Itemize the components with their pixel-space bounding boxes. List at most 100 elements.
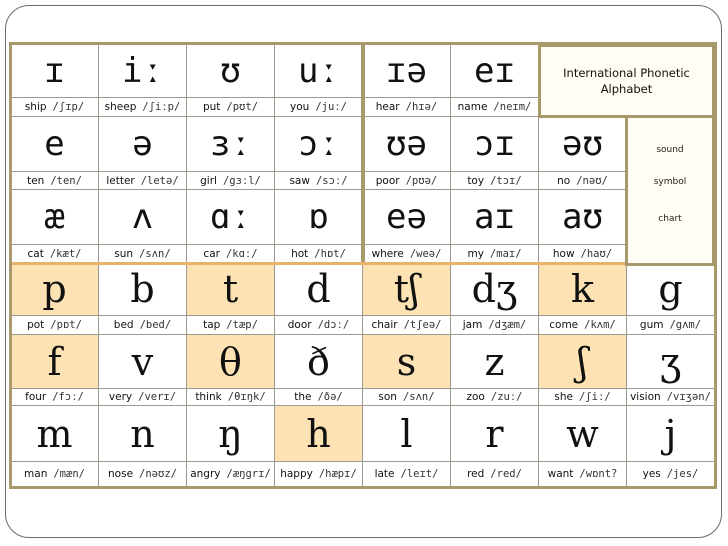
vowel-symbol[interactable]: e	[11, 117, 99, 172]
consonant-symbol[interactable]: j	[627, 406, 715, 462]
example-word-label: chair/tʃeə/	[363, 316, 451, 335]
ipa-transcription: /tʃeə/	[403, 319, 442, 331]
ipa-transcription: /dʒæm/	[488, 319, 527, 331]
vowel-symbol[interactable]: ɪə	[363, 44, 451, 98]
consonant-symbol[interactable]: w	[539, 406, 627, 462]
side-label-chart: chart	[658, 214, 682, 224]
consonant-symbol[interactable]: g	[627, 263, 715, 316]
example-word-label: son/sʌn/	[363, 389, 451, 406]
side-label-symbol: symbol	[653, 177, 687, 187]
consonant-symbol[interactable]: r	[451, 406, 539, 462]
ipa-transcription: /pʊt/	[226, 101, 259, 113]
consonant-symbol[interactable]: l	[363, 406, 451, 462]
side-label-sound: sound	[656, 145, 684, 155]
consonant-symbol[interactable]: v	[99, 335, 187, 389]
consonant-symbol[interactable]: f	[11, 335, 99, 389]
example-word-label: nose/nəʊz/	[99, 462, 187, 487]
vowel-symbol[interactable]: iː	[99, 44, 187, 98]
example-word: how	[552, 247, 575, 260]
consonant-symbol[interactable]: n	[99, 406, 187, 462]
example-word-label: you/juː/	[275, 98, 363, 117]
example-word: no	[557, 174, 571, 187]
consonant-symbol[interactable]: dʒ	[451, 263, 539, 316]
consonant-symbol[interactable]: p	[11, 263, 99, 316]
vowel-symbol[interactable]: ə	[99, 117, 187, 172]
vowel-symbol[interactable]: eɪ	[451, 44, 539, 98]
ipa-transcription: /ʃɪp/	[52, 101, 85, 113]
consonant-symbol[interactable]: h	[275, 406, 363, 462]
example-word: name	[457, 101, 488, 113]
example-word: pot	[27, 319, 45, 331]
example-word: she	[554, 391, 573, 403]
example-word: four	[25, 391, 47, 403]
example-word: jam	[462, 319, 483, 331]
consonant-symbol[interactable]: b	[99, 263, 187, 316]
consonant-symbol[interactable]: ŋ	[187, 406, 275, 462]
example-word: angry	[190, 468, 221, 480]
vowel-symbol[interactable]: ɑː	[187, 190, 275, 245]
example-word: tap	[203, 319, 221, 331]
consonant-symbol[interactable]: θ	[187, 335, 275, 389]
vowel-symbol[interactable]: aɪ	[451, 190, 539, 245]
consonant-symbol[interactable]: z	[451, 335, 539, 389]
vowel-symbol[interactable]: ɜː	[187, 117, 275, 172]
ipa-transcription: /kʌm/	[584, 319, 616, 331]
example-word-label: sun/sʌn/	[99, 245, 187, 263]
vowel-symbol[interactable]: ɪ	[11, 44, 99, 98]
example-word: zoo	[466, 391, 485, 403]
example-word: come	[549, 319, 579, 331]
vowel-symbol[interactable]: ɔː	[275, 117, 363, 172]
vowel-symbol[interactable]: ɒ	[275, 190, 363, 245]
example-word: man	[24, 468, 48, 480]
example-word: chair	[371, 319, 398, 331]
consonant-symbol[interactable]: ð	[275, 335, 363, 389]
ipa-transcription: /pʊə/	[405, 174, 438, 187]
ipa-transcription: /nəʊ/	[576, 174, 608, 187]
example-word-label: poor/pʊə/	[363, 172, 451, 190]
ipa-transcription: /nəʊz/	[139, 468, 177, 480]
consonant-symbol[interactable]: s	[363, 335, 451, 389]
consonant-symbol[interactable]: k	[539, 263, 627, 316]
ipa-transcription: /juː/	[315, 101, 347, 113]
vowel-symbol[interactable]: aʊ	[539, 190, 627, 245]
example-word-label: ten/ten/	[11, 172, 99, 190]
consonant-symbol[interactable]: ʒ	[627, 335, 715, 389]
example-word: bed	[113, 319, 134, 331]
vowel-symbol[interactable]: əʊ	[539, 117, 627, 172]
example-word: you	[290, 101, 310, 113]
vowel-symbol[interactable]: ʊə	[363, 117, 451, 172]
ipa-transcription: /weə/	[409, 247, 442, 260]
consonant-symbol[interactable]: d	[275, 263, 363, 316]
ipa-transcription: /ðə/	[317, 391, 343, 403]
example-word-label: zoo/zuː/	[451, 389, 539, 406]
vowel-symbol[interactable]: eə	[363, 190, 451, 245]
consonant-symbol[interactable]: ʃ	[539, 335, 627, 389]
vowel-symbol[interactable]: ʊ	[187, 44, 275, 98]
consonant-symbol[interactable]: t	[187, 263, 275, 316]
example-word-label: cat/kæt/	[11, 245, 99, 263]
vowel-symbol[interactable]: æ	[11, 190, 99, 245]
example-word: want	[547, 468, 574, 480]
example-word-label: hear/hɪə/	[363, 98, 451, 117]
example-word: poor	[375, 174, 400, 187]
example-word-label: my/maɪ/	[451, 245, 539, 263]
example-word-label: angry/æŋgrɪ/	[187, 462, 275, 487]
example-word-label: gum/gʌm/	[627, 316, 715, 335]
example-word-label: girl/gɜːl/	[187, 172, 275, 190]
consonant-symbol[interactable]: tʃ	[363, 263, 451, 316]
ipa-transcription: /jes/	[666, 468, 699, 480]
vowel-symbol[interactable]: uː	[275, 44, 363, 98]
vowel-symbol[interactable]: ɔɪ	[451, 117, 539, 172]
vowel-symbol[interactable]: ʌ	[99, 190, 187, 245]
example-word: son	[378, 391, 397, 403]
example-word-label: the/ðə/	[275, 389, 363, 406]
side-caption-box: sound symbol chart	[625, 115, 715, 266]
phonetic-chart-grid: ɪ ship/ʃɪp/iː sheep/ʃiːp/ʊ put/pʊt/uː you/ju…	[9, 42, 717, 489]
example-word-label: man/mæn/	[11, 462, 99, 487]
ipa-transcription: /maɪ/	[489, 247, 522, 260]
ipa-transcription: /dɔː/	[317, 319, 350, 331]
example-word: yes	[642, 468, 661, 480]
example-word: saw	[289, 174, 310, 187]
ipa-transcription: /letə/	[140, 174, 179, 187]
consonant-symbol[interactable]: m	[11, 406, 99, 462]
